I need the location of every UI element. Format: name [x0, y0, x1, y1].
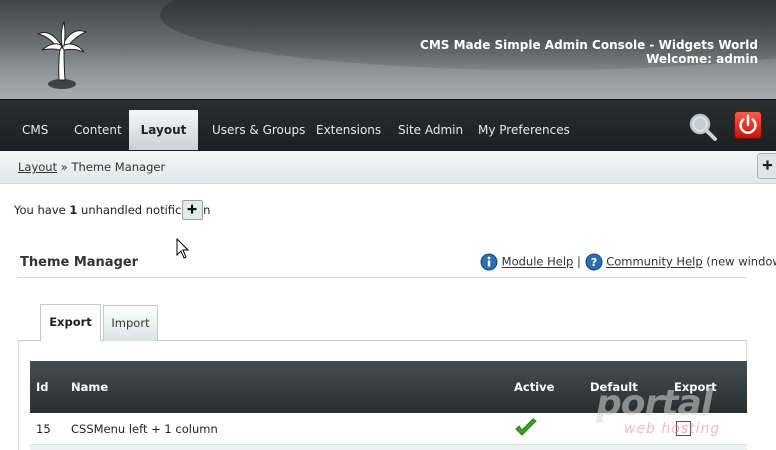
tab-import[interactable]: Import [103, 305, 158, 341]
nav-item-extensions[interactable]: Extensions [316, 110, 381, 150]
nav-item-content[interactable]: Content [74, 110, 122, 150]
power-icon [739, 114, 757, 134]
table-row[interactable]: 15 CSSMenu left + 1 column [30, 413, 747, 445]
table-row [30, 445, 747, 450]
console-title: CMS Made Simple Admin Console - Widgets … [420, 38, 758, 52]
tab-export[interactable]: Export [40, 304, 101, 341]
nav-item-cms[interactable]: CMS [22, 110, 48, 150]
info-icon [480, 253, 498, 271]
search-icon[interactable] [688, 112, 718, 142]
column-header-id[interactable]: Id [36, 380, 49, 394]
expand-panel-button[interactable] [757, 153, 776, 179]
table-header: Id Name Active Default Export [30, 361, 747, 413]
main-nav: CMS Content Layout Users & Groups Extens… [0, 99, 776, 151]
page-title: Theme Manager [20, 255, 139, 270]
nav-item-users-groups[interactable]: Users & Groups [212, 110, 305, 150]
show-notifications-button[interactable] [182, 200, 203, 220]
breadcrumb-bar: Layout » Theme Manager [0, 151, 776, 184]
breadcrumb-layout-link[interactable]: Layout [18, 160, 57, 174]
help-links: Module Help | ? Community Help (new wind… [480, 253, 776, 273]
svg-text:?: ? [590, 256, 596, 269]
row-name[interactable]: CSSMenu left + 1 column [71, 422, 218, 436]
plus-icon [762, 160, 773, 170]
column-header-export[interactable]: Export [674, 380, 717, 394]
column-header-default[interactable]: Default [590, 380, 638, 394]
app-header: CMS Made Simple Admin Console - Widgets … [0, 0, 776, 99]
welcome-user: Welcome: admin [646, 52, 758, 66]
row-id: 15 [36, 422, 51, 436]
notification-text: You have 1 unhandled notification [14, 203, 210, 217]
community-help-link[interactable]: Community Help [606, 255, 702, 269]
help-icon: ? [585, 253, 603, 271]
breadcrumb: Layout » Theme Manager [18, 160, 165, 174]
notification-prefix: You have [14, 203, 66, 217]
module-help-link[interactable]: Module Help [502, 255, 574, 269]
logout-button[interactable] [734, 111, 762, 139]
community-help-note: (new window) [706, 254, 776, 269]
notification-count: 1 [69, 203, 78, 217]
check-icon[interactable] [514, 418, 538, 438]
column-header-active[interactable]: Active [514, 380, 554, 394]
header-text: CMS Made Simple Admin Console - Widgets … [420, 38, 758, 66]
palm-tree-icon [36, 20, 88, 89]
breadcrumb-separator: » [60, 160, 68, 174]
nav-item-my-preferences[interactable]: My Preferences [478, 110, 570, 150]
mouse-cursor-icon [176, 238, 190, 259]
section-divider [18, 277, 746, 278]
breadcrumb-current: Theme Manager [71, 160, 166, 174]
nav-item-layout[interactable]: Layout [129, 110, 198, 150]
export-checkbox[interactable] [676, 421, 691, 436]
nav-item-site-admin[interactable]: Site Admin [398, 110, 463, 150]
help-separator: | [577, 254, 581, 269]
plus-icon [187, 204, 197, 214]
column-header-name[interactable]: Name [71, 380, 108, 394]
